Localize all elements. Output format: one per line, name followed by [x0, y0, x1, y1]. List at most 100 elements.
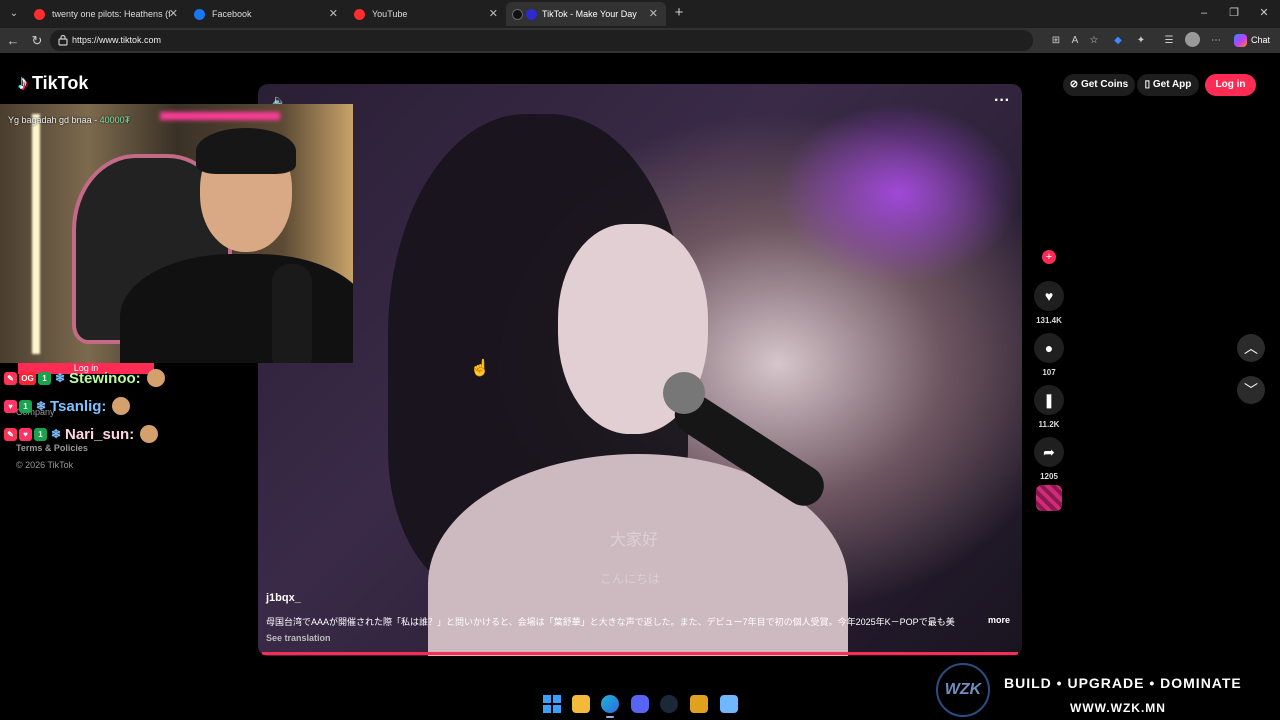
tab-youtube[interactable]: YouTube ✕: [346, 2, 506, 26]
brand-watermark: WZK BUILD • UPGRADE • DOMINATE WWW.WZK.M…: [918, 657, 1280, 720]
close-tab-icon[interactable]: ✕: [649, 2, 658, 26]
more-options-icon[interactable]: ···: [994, 92, 1010, 110]
save-button[interactable]: ❚ 11.2K: [1032, 385, 1066, 429]
file-explorer-icon[interactable]: [572, 695, 590, 713]
rank-one-badge: 1: [34, 427, 47, 441]
tab-facebook[interactable]: Facebook ✕: [186, 2, 346, 26]
tab-label: YouTube: [372, 9, 408, 19]
snowflake-badge-icon: ❄: [50, 426, 62, 441]
copilot-chat-button[interactable]: Chat: [1231, 31, 1274, 50]
windows-start-icon[interactable]: [543, 695, 561, 713]
app-available-icon[interactable]: ⊞: [1049, 34, 1063, 48]
burned-in-subtitle: こんにちは: [600, 572, 661, 586]
favorite-star-icon[interactable]: ☆: [1087, 34, 1101, 48]
notepad-icon[interactable]: [720, 695, 738, 713]
facebook-favicon-icon: [194, 9, 205, 20]
share-count: 1205: [1040, 472, 1058, 481]
close-window-icon[interactable]: ✕: [1256, 5, 1272, 21]
share-button[interactable]: ➦ 1205: [1032, 437, 1066, 481]
video-player[interactable]: 大家好 こんにちは 🔈 ··· j1bqx_ 母国台湾でAAAが開催された際「私…: [258, 84, 1022, 656]
caption-more-button[interactable]: more: [988, 615, 1010, 625]
chat-message: ✎ OG 1 ❄ Stewinoo:: [4, 367, 165, 389]
chat-username: Tsanlig:: [50, 397, 107, 415]
video-progress-bar[interactable]: [262, 652, 1018, 655]
emote-icon: [112, 397, 131, 415]
youtube-favicon-icon: [354, 9, 365, 20]
comment-icon: ●: [1034, 333, 1064, 363]
emote-icon: [140, 425, 159, 443]
video-frame-microphone-head: [663, 372, 705, 414]
webcam-microphone: [272, 264, 312, 363]
heart-badge-icon: ♥: [19, 427, 32, 441]
close-tab-icon[interactable]: ✕: [169, 2, 178, 26]
tab-tiktok[interactable]: TikTok - Make Your Day ✕: [506, 2, 666, 26]
video-caption: 母国台湾でAAAが開催された際「私は誰？」と問いかけると、会場は「葉舒華」と大き…: [266, 617, 955, 627]
burned-in-subtitle: 大家好: [610, 532, 659, 549]
steam-icon[interactable]: [660, 695, 678, 713]
tab-actions-menu-icon[interactable]: ⌄: [6, 6, 22, 22]
minimize-icon[interactable]: –: [1196, 5, 1212, 21]
see-translation-button[interactable]: See translation: [266, 633, 331, 643]
close-tab-icon[interactable]: ✕: [329, 2, 338, 26]
edge-browser-icon[interactable]: [601, 695, 619, 713]
tiktok-logo[interactable]: ♪ TikTok: [18, 70, 88, 96]
get-coins-label: Get Coins: [1080, 79, 1129, 90]
phone-icon: ▯: [1144, 79, 1153, 90]
address-bar[interactable]: https://www.tiktok.com: [50, 30, 1033, 51]
tab-heathens[interactable]: twenty one pilots: Heathens (from ✕: [26, 2, 186, 26]
extensions-puzzle-icon[interactable]: ✦: [1134, 34, 1148, 48]
webcam-person-body: [120, 254, 353, 363]
chat-label: Chat: [1251, 35, 1271, 45]
get-coins-button[interactable]: ⊘ Get Coins: [1063, 74, 1135, 96]
bookmark-icon: ❚: [1034, 385, 1064, 415]
chat-message: ♥ 1 ❄ Tsanlig:: [4, 395, 131, 417]
like-count: 131.4K: [1036, 316, 1062, 325]
obs-app-icon[interactable]: [690, 695, 708, 713]
favorites-list-icon[interactable]: ☰: [1162, 34, 1176, 48]
refresh-icon[interactable]: ↻: [28, 32, 46, 50]
tab-label: TikTok - Make Your Day: [542, 9, 637, 19]
og-badge: OG: [19, 371, 36, 385]
webcam-lamp: [32, 114, 40, 354]
previous-video-chevron-up-icon[interactable]: ︿: [1237, 334, 1265, 362]
emote-icon: [146, 369, 165, 387]
profile-avatar[interactable]: [1185, 32, 1200, 47]
youtube-favicon-icon: [34, 9, 45, 20]
next-video-chevron-down-icon[interactable]: ﹀: [1237, 376, 1265, 404]
donation-ticker: Yg bagadah gd bnaa - 40000₮: [8, 115, 130, 125]
webcam-neon-light: [160, 112, 280, 120]
extension-icon[interactable]: ◆: [1111, 34, 1125, 48]
browser-toolbar: ← ↻ https://www.tiktok.com ⊞ A ☆ ◆ ✦ ☰ ⋯…: [0, 28, 1280, 53]
tiktok-favicon-icon: [512, 9, 523, 20]
tab-label: twenty one pilots: Heathens (from: [52, 9, 170, 19]
pointer-cursor-icon: ☝: [470, 360, 490, 377]
follow-plus-icon[interactable]: +: [1042, 250, 1056, 264]
chat-message: ✎ ♥ 1 ❄ Nari_sun:: [4, 423, 159, 445]
get-app-button[interactable]: ▯ Get App: [1137, 74, 1199, 96]
more-options-icon[interactable]: ⋯: [1209, 34, 1223, 48]
site-info-icon[interactable]: [58, 34, 68, 46]
comment-button[interactable]: ● 107: [1032, 333, 1066, 377]
back-icon[interactable]: ←: [4, 32, 22, 50]
tab-group-icon: [526, 9, 537, 20]
close-tab-icon[interactable]: ✕: [489, 2, 498, 26]
pin-badge-icon: ✎: [4, 427, 17, 441]
like-button[interactable]: ♥ 131.4K: [1032, 281, 1066, 325]
chat-username: Stewinoo:: [69, 369, 141, 387]
active-app-indicator: [606, 716, 614, 718]
new-tab-icon[interactable]: +: [671, 4, 687, 22]
restore-icon[interactable]: ❐: [1226, 5, 1242, 21]
login-button[interactable]: Log in: [1205, 74, 1256, 96]
donation-ticker-text: Yg bagadah gd bnaa -: [8, 115, 100, 125]
url-text: https://www.tiktok.com: [72, 35, 162, 45]
discord-icon[interactable]: [631, 695, 649, 713]
snowflake-badge-icon: ❄: [35, 398, 47, 413]
read-aloud-icon[interactable]: A: [1068, 34, 1082, 48]
video-author[interactable]: j1bqx_: [266, 592, 301, 604]
heart-icon: ♥: [1034, 281, 1064, 311]
tab-label: Facebook: [212, 9, 252, 19]
music-disc-icon[interactable]: [1036, 485, 1062, 511]
save-count: 11.2K: [1038, 420, 1060, 429]
rank-one-badge: 1: [19, 399, 32, 413]
coin-icon: ⊘: [1069, 79, 1081, 90]
